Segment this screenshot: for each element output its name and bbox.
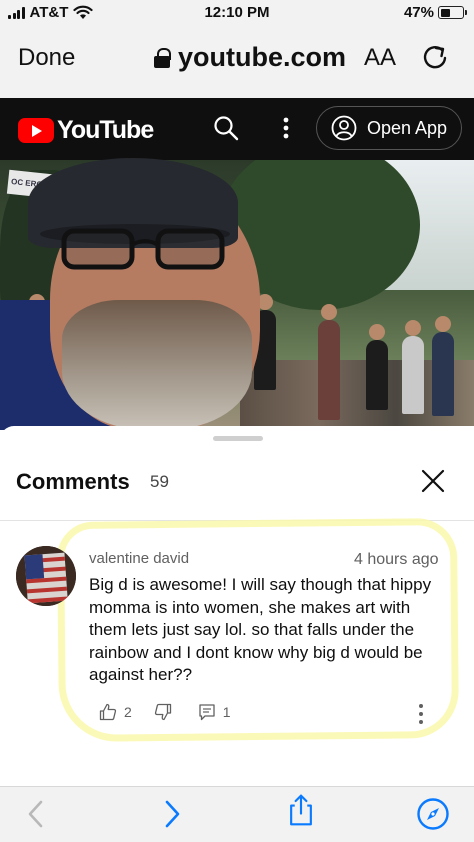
more-vert-icon[interactable] [276, 114, 296, 142]
account-icon [331, 115, 357, 141]
sheet-grabber[interactable] [213, 436, 263, 441]
video-person [318, 320, 340, 420]
safari-address-bar: Done youtube.com AA [0, 28, 474, 98]
back-icon[interactable] [20, 797, 54, 831]
youtube-wordmark: YouTube [57, 116, 154, 144]
battery-icon [438, 6, 467, 19]
dislike-button[interactable] [154, 703, 172, 721]
text-size-label: AA [364, 44, 397, 71]
thumb-up-icon [99, 703, 117, 721]
compass-icon[interactable] [416, 797, 450, 831]
video-person [435, 316, 451, 332]
forward-icon[interactable] [154, 797, 188, 831]
reply-button[interactable]: 1 [198, 703, 231, 721]
man-beard [62, 300, 252, 430]
url-text: youtube.com [178, 42, 347, 72]
video-person [369, 324, 385, 340]
open-app-button[interactable]: Open App [316, 106, 462, 150]
comments-count: 59 [150, 472, 169, 491]
done-button[interactable]: Done [18, 44, 75, 72]
text-size-button[interactable]: AA [364, 44, 396, 72]
more-vert-icon[interactable] [416, 702, 426, 726]
youtube-logo[interactable]: YouTube [18, 116, 154, 145]
safari-toolbar [0, 786, 474, 842]
video-person [432, 332, 454, 416]
video-person [321, 304, 337, 320]
battery-level [440, 8, 451, 17]
youtube-header: YouTube Open App [0, 98, 474, 160]
comment-time: 4 hours ago [354, 551, 439, 568]
video-person [402, 336, 424, 414]
glasses-icon [61, 228, 225, 270]
video-person [366, 340, 388, 410]
battery-group: 47% [403, 4, 467, 21]
avatar[interactable] [16, 546, 76, 606]
close-icon[interactable] [418, 466, 448, 496]
open-app-label: Open App [367, 117, 448, 138]
flag-avatar-icon [16, 546, 76, 606]
reply-icon [199, 704, 215, 721]
reload-icon[interactable] [420, 42, 450, 72]
like-button[interactable]: 2 [99, 703, 132, 721]
share-icon[interactable] [284, 793, 318, 827]
comment-actions: 2 1 [99, 703, 231, 721]
thumb-down-icon [154, 703, 171, 721]
comment-text: Big d is awesome! I will say though that… [89, 575, 432, 684]
lock-icon [154, 47, 171, 68]
comments-title: Comments [16, 469, 130, 494]
search-icon[interactable] [212, 114, 240, 142]
comment-author[interactable]: valentine david [89, 550, 189, 567]
youtube-logo-icon [18, 118, 54, 143]
status-time: 12:10 PM [204, 4, 270, 21]
like-count: 2 [124, 704, 132, 720]
battery-percent: 47% [403, 4, 434, 21]
url-field[interactable]: youtube.com [154, 42, 346, 73]
status-bar: AT&T 12:10 PM 47% [0, 0, 474, 28]
reply-count: 1 [222, 704, 231, 720]
video-person [405, 320, 421, 336]
